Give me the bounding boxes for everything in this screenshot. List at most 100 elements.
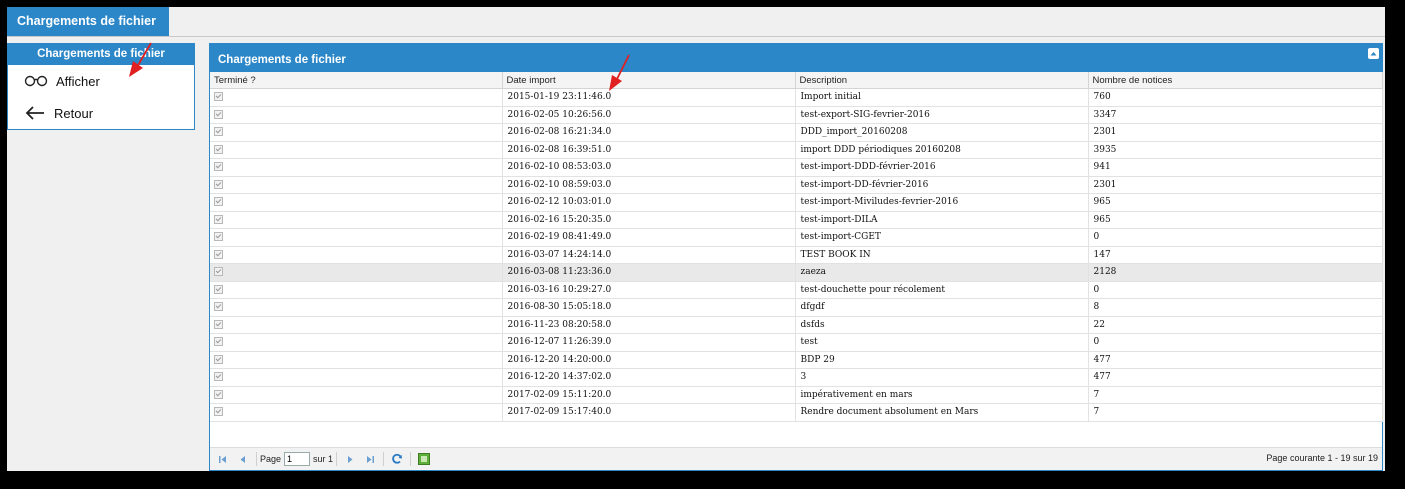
checked-checkbox xyxy=(214,127,223,137)
nombre-de-notices-cell: 0 xyxy=(1088,228,1383,247)
checked-checkbox xyxy=(214,162,223,172)
page-total-label: sur 1 xyxy=(313,454,334,464)
nombre-de-notices-cell: 7 xyxy=(1088,403,1383,422)
next-page-button[interactable] xyxy=(343,452,357,466)
arrow-left-icon xyxy=(25,106,44,120)
table-body: 2015-01-19 23:11:46.0 Import initial 760 20… xyxy=(210,88,1383,422)
date-import-cell: 2016-03-16 10:29:27.0 xyxy=(502,281,796,299)
pager-separator xyxy=(336,452,338,466)
checked-checkbox xyxy=(214,109,223,119)
termine-cell xyxy=(210,386,503,404)
column-header-date-import[interactable]: Date import xyxy=(502,72,796,89)
table-row[interactable]: 2016-03-08 11:23:36.0 zaeza 2128 xyxy=(210,263,1383,282)
termine-cell xyxy=(210,403,503,422)
date-import-cell: 2016-08-30 15:05:18.0 xyxy=(502,298,796,317)
checked-checkbox xyxy=(214,267,223,277)
chevron-up-icon xyxy=(1370,52,1377,56)
nombre-de-notices-cell: 3935 xyxy=(1088,141,1383,159)
grid-panel: Chargements de fichier Terminé ? Date im… xyxy=(209,43,1383,471)
nombre-de-notices-cell: 760 xyxy=(1088,88,1383,107)
app-frame: Chargements de fichier Chargements de fi… xyxy=(7,7,1385,471)
table-row[interactable]: 2016-02-08 16:21:34.0 DDD_import_20160208… xyxy=(210,123,1383,142)
retour-menu-item[interactable]: Retour xyxy=(8,97,194,129)
last-page-button[interactable] xyxy=(363,452,377,466)
description-cell: test-export-SIG-fevrier-2016 xyxy=(795,106,1089,124)
table-row[interactable]: 2016-02-19 08:41:49.0 test-import-CGET 0 xyxy=(210,228,1383,247)
description-cell: test-douchette pour récolement xyxy=(795,281,1089,299)
nombre-de-notices-cell: 2301 xyxy=(1088,176,1383,194)
table-row[interactable]: 2017-02-09 15:17:40.0 Rendre document abs… xyxy=(210,403,1383,422)
page-number-input[interactable] xyxy=(284,452,311,466)
table-row[interactable]: 2016-03-07 14:24:14.0 TEST BOOK IN 147 xyxy=(210,246,1383,264)
pager-separator xyxy=(256,452,257,466)
first-page-icon xyxy=(219,455,226,463)
nombre-de-notices-cell: 8 xyxy=(1088,298,1383,317)
tab-chargements-de-fichier[interactable]: Chargements de fichier xyxy=(7,7,169,36)
termine-cell xyxy=(210,298,503,317)
date-import-cell: 2016-02-08 16:21:34.0 xyxy=(502,123,796,142)
termine-cell xyxy=(210,88,503,107)
refresh-icon xyxy=(392,453,403,464)
annotation-arrow-icon xyxy=(129,42,152,77)
termine-cell xyxy=(210,228,503,247)
nombre-de-notices-cell: 0 xyxy=(1088,333,1383,352)
table-row[interactable]: 2016-12-07 11:26:39.0 test 0 xyxy=(210,333,1383,352)
date-import-cell: 2016-12-20 14:20:00.0 xyxy=(502,351,796,369)
checked-checkbox xyxy=(214,214,223,224)
export-icon xyxy=(418,453,431,465)
table-row[interactable]: 2016-02-10 08:59:03.0 test-import-DD-févr… xyxy=(210,176,1383,194)
nombre-de-notices-cell: 965 xyxy=(1088,211,1383,229)
refresh-button[interactable] xyxy=(390,452,404,466)
column-header-nombre-de-notices[interactable]: Nombre de notices xyxy=(1088,72,1383,89)
table-row[interactable]: 2016-12-20 14:37:02.0 3 477 xyxy=(210,368,1383,387)
left-menu: Chargements de fichier Afficher Retour xyxy=(7,43,195,130)
nombre-de-notices-cell: 7 xyxy=(1088,386,1383,404)
checked-checkbox xyxy=(214,337,223,347)
table-row[interactable]: 2016-02-16 15:20:35.0 test-import-DILA 965 xyxy=(210,211,1383,229)
afficher-menu-item[interactable]: Afficher xyxy=(8,65,194,97)
date-import-cell: 2016-02-10 08:53:03.0 xyxy=(502,158,796,177)
description-cell: dfgdf xyxy=(795,298,1089,317)
termine-cell xyxy=(210,158,503,177)
column-header-termine[interactable]: Terminé ? xyxy=(210,72,503,89)
date-import-cell: 2016-02-12 10:03:01.0 xyxy=(502,193,796,212)
table-row[interactable]: 2015-01-19 23:11:46.0 Import initial 760 xyxy=(210,88,1383,107)
left-menu-header: Chargements de fichier xyxy=(8,44,194,65)
table-row[interactable]: 2016-02-10 08:53:03.0 test-import-DDD-fév… xyxy=(210,158,1383,177)
table-row[interactable]: 2016-02-08 16:39:51.0 import DDD périodiq… xyxy=(210,141,1383,159)
previous-page-button[interactable] xyxy=(236,452,250,466)
table-row[interactable]: 2016-03-16 10:29:27.0 test-douchette pour… xyxy=(210,281,1383,299)
nombre-de-notices-cell: 2301 xyxy=(1088,123,1383,142)
table-row[interactable]: 2016-11-23 08:20:58.0 dsfds 22 xyxy=(210,316,1383,334)
table-row[interactable]: 2017-02-09 15:11:20.0 impérativement en m… xyxy=(210,386,1383,404)
description-cell: impérativement en mars xyxy=(795,386,1089,404)
pager: Page sur 1 xyxy=(210,447,1382,470)
page-label: Page xyxy=(260,454,282,464)
termine-cell xyxy=(210,106,503,124)
termine-cell xyxy=(210,123,503,142)
table-row[interactable]: 2016-12-20 14:20:00.0 BDP 29 477 xyxy=(210,351,1383,369)
glasses-icon xyxy=(24,75,48,87)
description-cell: Import initial xyxy=(795,88,1089,107)
termine-cell xyxy=(210,193,503,212)
table-row[interactable]: 2016-02-05 10:26:56.0 test-export-SIG-fev… xyxy=(210,106,1383,124)
checked-checkbox xyxy=(214,144,223,154)
pager-separator xyxy=(383,452,385,466)
table-row[interactable]: 2016-08-30 15:05:18.0 dfgdf 8 xyxy=(210,298,1383,317)
export-button[interactable] xyxy=(417,452,431,466)
table-row[interactable]: 2016-02-12 10:03:01.0 test-import-Mivilud… xyxy=(210,193,1383,212)
termine-cell xyxy=(210,211,503,229)
next-page-icon xyxy=(348,455,353,463)
checked-checkbox xyxy=(214,197,223,207)
column-header-description[interactable]: Description xyxy=(795,72,1089,89)
nombre-de-notices-cell: 965 xyxy=(1088,193,1383,212)
checked-checkbox xyxy=(214,354,223,364)
date-import-cell: 2016-02-19 08:41:49.0 xyxy=(502,228,796,247)
description-cell: DDD_import_20160208 xyxy=(795,123,1089,142)
checked-checkbox xyxy=(214,284,223,294)
date-import-cell: 2015-01-19 23:11:46.0 xyxy=(502,88,796,107)
description-cell: test-import-DILA xyxy=(795,211,1089,229)
first-page-button[interactable] xyxy=(216,452,230,466)
termine-cell xyxy=(210,368,503,387)
collapse-button[interactable] xyxy=(1368,48,1379,59)
